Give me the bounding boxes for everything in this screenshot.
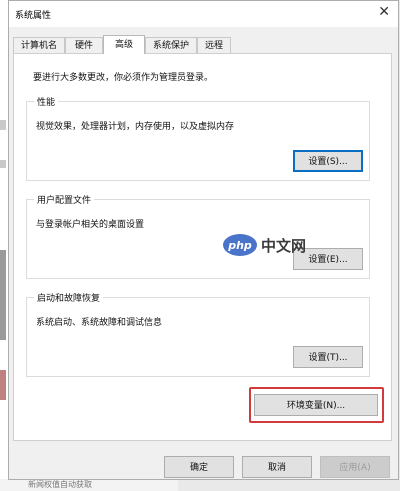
performance-settings-button[interactable]: 设置(S)... [293, 150, 363, 172]
background-mark [0, 120, 6, 130]
background-mark [0, 370, 6, 400]
cancel-button[interactable]: 取消 [242, 456, 312, 478]
title-bar: 系统属性 ✕ [9, 1, 398, 27]
tab-remote[interactable]: 远程 [197, 37, 231, 53]
performance-group: 性能 视觉效果，处理器计划，内存使用，以及虚拟内存 设置(S)... [26, 95, 370, 181]
watermark: php 中文网 [223, 234, 306, 256]
performance-group-title: 性能 [34, 95, 59, 108]
background-window-edge [0, 0, 8, 491]
performance-description: 视觉效果，处理器计划，内存使用，以及虚拟内存 [36, 122, 235, 132]
admin-notice: 要进行大多数更改，你必须作为管理员登录。 [33, 73, 214, 83]
user-profiles-group-title: 用户配置文件 [34, 193, 95, 206]
system-properties-dialog: 系统属性 ✕ 计算机名 硬件 高级 系统保护 远程 要进行大多数更改，你必须作为… [8, 0, 399, 480]
background-mark [0, 250, 6, 340]
user-profiles-group: 用户配置文件 与登录帐户相关的桌面设置 设置(E)... [26, 193, 370, 279]
background-mark [0, 160, 6, 168]
startup-recovery-group-title: 启动和故障恢复 [34, 291, 104, 304]
startup-recovery-group: 启动和故障恢复 系统启动、系统故障和调试信息 设置(T)... [26, 291, 370, 377]
apply-button[interactable]: 应用(A) [320, 456, 390, 478]
tab-advanced[interactable]: 高级 [103, 35, 145, 54]
tab-hardware[interactable]: 硬件 [65, 37, 103, 53]
tab-computer-name[interactable]: 计算机名 [13, 37, 65, 53]
ok-button[interactable]: 确定 [164, 456, 234, 478]
background-text: 新闻权值自动获取 [0, 479, 178, 491]
close-icon[interactable]: ✕ [378, 4, 390, 20]
php-logo-icon: php [223, 234, 257, 256]
environment-variables-button[interactable]: 环境变量(N)... [254, 394, 378, 416]
user-profiles-description: 与登录帐户相关的桌面设置 [36, 220, 145, 230]
tab-system-protection[interactable]: 系统保护 [145, 37, 197, 53]
startup-recovery-settings-button[interactable]: 设置(T)... [293, 346, 363, 368]
dialog-title: 系统属性 [15, 11, 52, 21]
watermark-text: 中文网 [261, 236, 307, 255]
startup-recovery-description: 系统启动、系统故障和调试信息 [36, 318, 163, 328]
